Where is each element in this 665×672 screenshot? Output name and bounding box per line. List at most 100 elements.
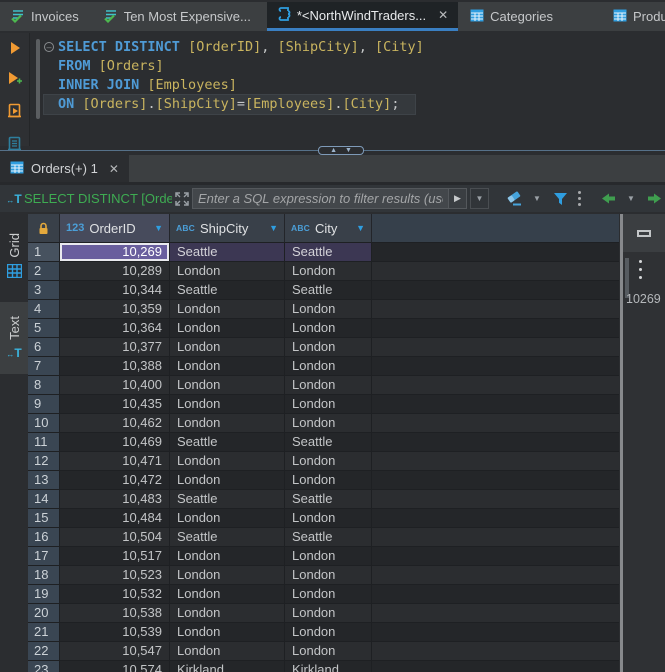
city-cell[interactable]: London [285,414,372,433]
minimize-panel-icon[interactable] [637,230,651,237]
shipcity-cell[interactable]: London [170,566,285,585]
row-number-cell[interactable]: 17 [28,547,60,566]
city-cell[interactable]: London [285,604,372,623]
row-number-cell[interactable]: 22 [28,642,60,661]
editor-tab-ten-most-expensive-[interactable]: Ten Most Expensive... [93,2,261,31]
shipcity-cell[interactable]: London [170,376,285,395]
city-cell[interactable]: London [285,300,372,319]
city-cell[interactable]: Seattle [285,281,372,300]
row-number-cell[interactable]: 21 [28,623,60,642]
close-icon[interactable]: ✕ [109,162,119,176]
column-header-orderid[interactable]: 123 OrderID ▼ [60,214,170,243]
code-line[interactable]: ON [Orders].[ShipCity]=[Employees].[City… [58,95,657,114]
shipcity-cell[interactable]: London [170,395,285,414]
city-cell[interactable]: Seattle [285,243,372,262]
city-cell[interactable]: London [285,547,372,566]
editor-results-splitter[interactable]: ▲ ▼ [0,146,665,155]
orderid-cell[interactable]: 10,344 [60,281,170,300]
code-line[interactable]: SELECT DISTINCT [OrderID], [ShipCity], [… [58,38,657,57]
row-number-cell[interactable]: 6 [28,338,60,357]
shipcity-cell[interactable]: London [170,509,285,528]
row-number-cell[interactable]: 14 [28,490,60,509]
shipcity-cell[interactable]: London [170,471,285,490]
filter-expression-input[interactable] [192,188,448,209]
orderid-cell[interactable]: 10,377 [60,338,170,357]
editor-tab--northwindtraders-[interactable]: *<NorthWindTraders... ✕ [267,2,458,31]
row-number-cell[interactable]: 10 [28,414,60,433]
orderid-cell[interactable]: 10,400 [60,376,170,395]
orderid-cell[interactable]: 10,532 [60,585,170,604]
shipcity-cell[interactable]: London [170,414,285,433]
city-cell[interactable]: London [285,566,372,585]
row-number-cell[interactable]: 11 [28,433,60,452]
orderid-cell[interactable]: 10,472 [60,471,170,490]
city-cell[interactable]: London [285,395,372,414]
orderid-cell[interactable]: 10,504 [60,528,170,547]
row-number-cell[interactable]: 16 [28,528,60,547]
navigation-dropdown[interactable]: ▼ [621,188,641,210]
shipcity-cell[interactable]: London [170,623,285,642]
orderid-cell[interactable]: 10,523 [60,566,170,585]
collapse-down-icon[interactable]: ▼ [345,147,352,154]
editor-tab-categories[interactable]: Categories [460,2,563,31]
column-dropdown-icon[interactable]: ▼ [356,223,365,233]
city-cell[interactable]: Kirkland [285,661,372,672]
city-cell[interactable]: Seattle [285,433,372,452]
execute-statement-button[interactable] [8,41,22,60]
row-number-cell[interactable]: 20 [28,604,60,623]
editor-tab-products[interactable]: Products [603,2,665,31]
orderid-cell[interactable]: 10,388 [60,357,170,376]
city-cell[interactable]: London [285,642,372,661]
results-tab-orders[interactable]: Orders(+) 1 ✕ [0,155,129,182]
orderid-cell[interactable]: 10,435 [60,395,170,414]
orderid-cell[interactable]: 10,289 [60,262,170,281]
tab-text[interactable]: Text ↔T [0,302,28,374]
splitter-collapse-control[interactable]: ▲ ▼ [318,146,364,155]
orderid-cell[interactable]: 10,538 [60,604,170,623]
row-number-cell[interactable]: 15 [28,509,60,528]
shipcity-cell[interactable]: London [170,338,285,357]
orderid-cell[interactable]: 10,547 [60,642,170,661]
shipcity-cell[interactable]: Seattle [170,281,285,300]
orderid-cell[interactable]: 10,539 [60,623,170,642]
filter-funnel-icon[interactable] [547,188,573,210]
city-cell[interactable]: London [285,262,372,281]
erase-filter-icon[interactable] [501,188,527,210]
editor-tab-invoices[interactable]: Invoices [0,2,89,31]
code-line[interactable]: FROM [Orders] [58,57,657,76]
city-cell[interactable]: Seattle [285,490,372,509]
shipcity-cell[interactable]: London [170,300,285,319]
column-header-shipcity[interactable]: ABC ShipCity ▼ [170,214,285,243]
filter-menu-dots-icon[interactable] [573,188,585,210]
shipcity-cell[interactable]: London [170,585,285,604]
shipcity-cell[interactable]: Seattle [170,528,285,547]
shipcity-cell[interactable]: London [170,319,285,338]
city-cell[interactable]: London [285,357,372,376]
orderid-cell[interactable]: 10,484 [60,509,170,528]
row-number-cell[interactable]: 4 [28,300,60,319]
city-cell[interactable]: London [285,623,372,642]
execute-script-button[interactable] [7,103,23,124]
grid-corner-lock[interactable] [28,214,60,243]
city-cell[interactable]: London [285,585,372,604]
row-number-cell[interactable]: 13 [28,471,60,490]
shipcity-cell[interactable]: London [170,357,285,376]
sql-code[interactable]: SELECT DISTINCT [OrderID], [ShipCity], [… [58,38,657,114]
orderid-cell[interactable]: 10,469 [60,433,170,452]
shipcity-cell[interactable]: Kirkland [170,661,285,672]
orderid-cell[interactable]: 10,359 [60,300,170,319]
city-cell[interactable]: London [285,338,372,357]
shipcity-cell[interactable]: Seattle [170,243,285,262]
orderid-cell[interactable]: 10,364 [60,319,170,338]
city-cell[interactable]: London [285,319,372,338]
shipcity-cell[interactable]: London [170,604,285,623]
shipcity-cell[interactable]: London [170,452,285,471]
apply-filter-button[interactable]: ▶ [448,188,467,209]
orderid-cell[interactable]: 10,483 [60,490,170,509]
execute-new-tab-button[interactable] [7,72,23,91]
row-number-cell[interactable]: 2 [28,262,60,281]
city-cell[interactable]: London [285,376,372,395]
city-cell[interactable]: Seattle [285,528,372,547]
previous-result-icon[interactable] [595,188,621,210]
row-number-cell[interactable]: 9 [28,395,60,414]
